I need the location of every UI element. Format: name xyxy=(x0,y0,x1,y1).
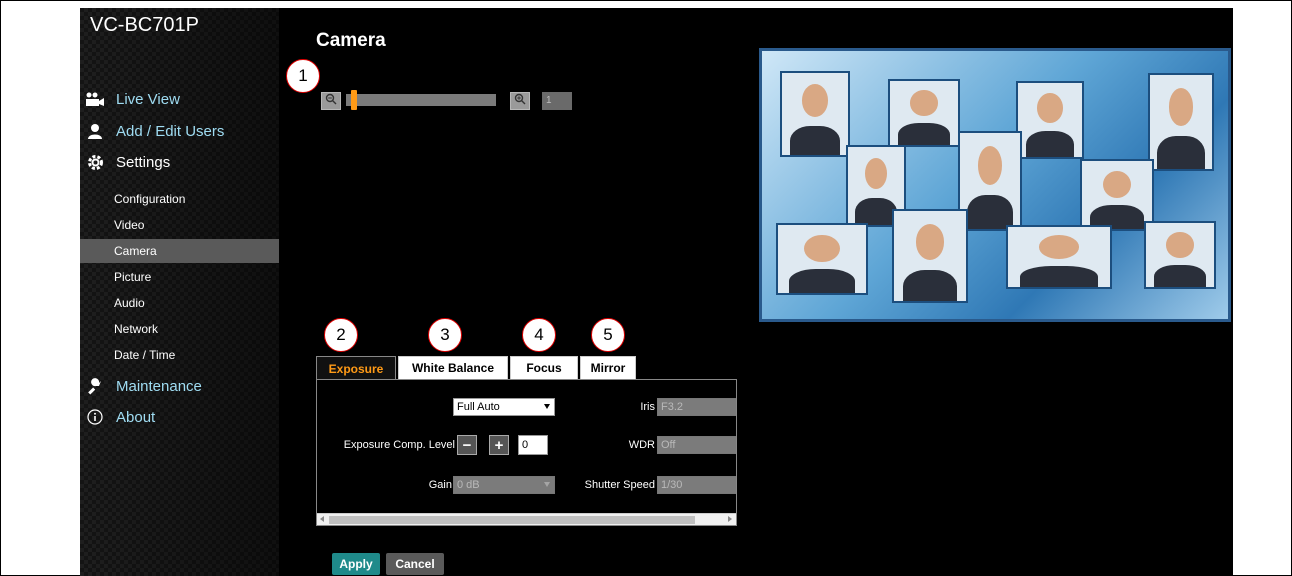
zoom-value-field[interactable]: 1 xyxy=(542,92,572,110)
callout-3: 3 xyxy=(428,318,462,352)
sidebar-item-network[interactable]: Network xyxy=(80,317,279,341)
nav-settings[interactable]: Settings xyxy=(80,150,279,174)
sidebar-item-label: Date / Time xyxy=(114,348,176,362)
cancel-button[interactable]: Cancel xyxy=(386,553,444,575)
camera-people-icon xyxy=(84,90,106,108)
tab-focus[interactable]: Focus xyxy=(510,356,578,380)
mode-select[interactable]: Full Auto xyxy=(453,398,555,416)
zoom-slider-track[interactable] xyxy=(346,94,496,106)
sidebar-item-label: Audio xyxy=(114,296,145,310)
tab-white-balance[interactable]: White Balance xyxy=(398,356,508,380)
nav-add-edit-users-label: Add / Edit Users xyxy=(116,122,225,140)
zoom-slider-handle[interactable] xyxy=(350,90,357,110)
gain-label: Gain xyxy=(428,479,452,491)
sidebar-item-video[interactable]: Video xyxy=(80,213,279,237)
brand-model: VC-BC701P xyxy=(90,14,199,36)
zoom-in-button[interactable] xyxy=(510,92,530,110)
callout-5: 5 xyxy=(591,318,625,352)
scrollbar-thumb[interactable] xyxy=(329,516,695,524)
exposure-comp-input[interactable]: 0 xyxy=(518,435,548,455)
exposure-comp-label: Exposure Comp. Level xyxy=(343,439,455,451)
callout-2: 2 xyxy=(324,318,358,352)
zoom-out-button[interactable] xyxy=(321,92,341,110)
iris-field[interactable]: F3.2 xyxy=(657,398,736,416)
comp-decrease-button[interactable]: − xyxy=(457,435,477,455)
zoom-out-icon xyxy=(325,92,337,110)
info-icon xyxy=(84,408,106,426)
user-icon xyxy=(84,122,106,140)
comp-increase-button[interactable]: + xyxy=(489,435,509,455)
sidebar-item-label: Camera xyxy=(114,244,157,258)
chevron-down-icon xyxy=(544,404,550,409)
gain-select[interactable]: 0 dB xyxy=(453,476,555,494)
scroll-left-icon[interactable] xyxy=(320,516,324,522)
sidebar-item-audio[interactable]: Audio xyxy=(80,291,279,315)
nav-maintenance[interactable]: Maintenance xyxy=(80,374,279,398)
zoom-in-icon xyxy=(514,92,526,110)
chevron-down-icon xyxy=(544,482,550,487)
wdr-field[interactable]: Off xyxy=(657,436,736,454)
sidebar-item-label: Network xyxy=(114,322,159,336)
sidebar-item-label: Picture xyxy=(114,270,152,284)
shutter-speed-label: Shutter Speed xyxy=(584,479,655,491)
shutter-speed-field[interactable]: 1/30 xyxy=(657,476,736,494)
wrench-icon xyxy=(84,377,106,395)
tab-exposure[interactable]: Exposure xyxy=(316,356,396,380)
callout-4: 4 xyxy=(522,318,556,352)
nav-live-view-label: Live View xyxy=(116,90,180,108)
tab-mirror[interactable]: Mirror xyxy=(580,356,636,380)
nav-live-view[interactable]: Live View xyxy=(80,87,279,111)
scroll-right-icon[interactable] xyxy=(728,516,732,522)
sidebar-item-configuration[interactable]: Configuration xyxy=(80,187,279,211)
nav-settings-label: Settings xyxy=(116,153,171,171)
gain-select-value: 0 dB xyxy=(457,479,480,491)
callout-1: 1 xyxy=(286,59,320,93)
gear-icon xyxy=(84,153,106,171)
page-title: Camera xyxy=(316,30,386,51)
sidebar-item-camera[interactable]: Camera xyxy=(80,239,279,263)
sidebar-item-label: Configuration xyxy=(114,192,186,206)
nav-about-label: About xyxy=(116,408,156,426)
exposure-panel: Mode Full Auto Exposure Comp. Level − + … xyxy=(316,379,737,526)
app-window: VC-BC701P Live View Add / Edit Users Set… xyxy=(80,8,1233,576)
sidebar-item-label: Video xyxy=(114,218,145,232)
wdr-label: WDR xyxy=(628,439,655,451)
mode-select-value: Full Auto xyxy=(457,401,500,413)
camera-preview xyxy=(759,48,1231,322)
horizontal-scrollbar[interactable] xyxy=(317,513,736,525)
nav-about[interactable]: About xyxy=(80,405,279,429)
nav-add-edit-users[interactable]: Add / Edit Users xyxy=(80,119,279,143)
sidebar: VC-BC701P Live View Add / Edit Users Set… xyxy=(80,8,279,576)
iris-label: Iris xyxy=(640,401,655,413)
nav-maintenance-label: Maintenance xyxy=(116,377,202,395)
apply-button[interactable]: Apply xyxy=(332,553,380,575)
sidebar-item-picture[interactable]: Picture xyxy=(80,265,279,289)
sidebar-item-date-time[interactable]: Date / Time xyxy=(80,343,279,367)
